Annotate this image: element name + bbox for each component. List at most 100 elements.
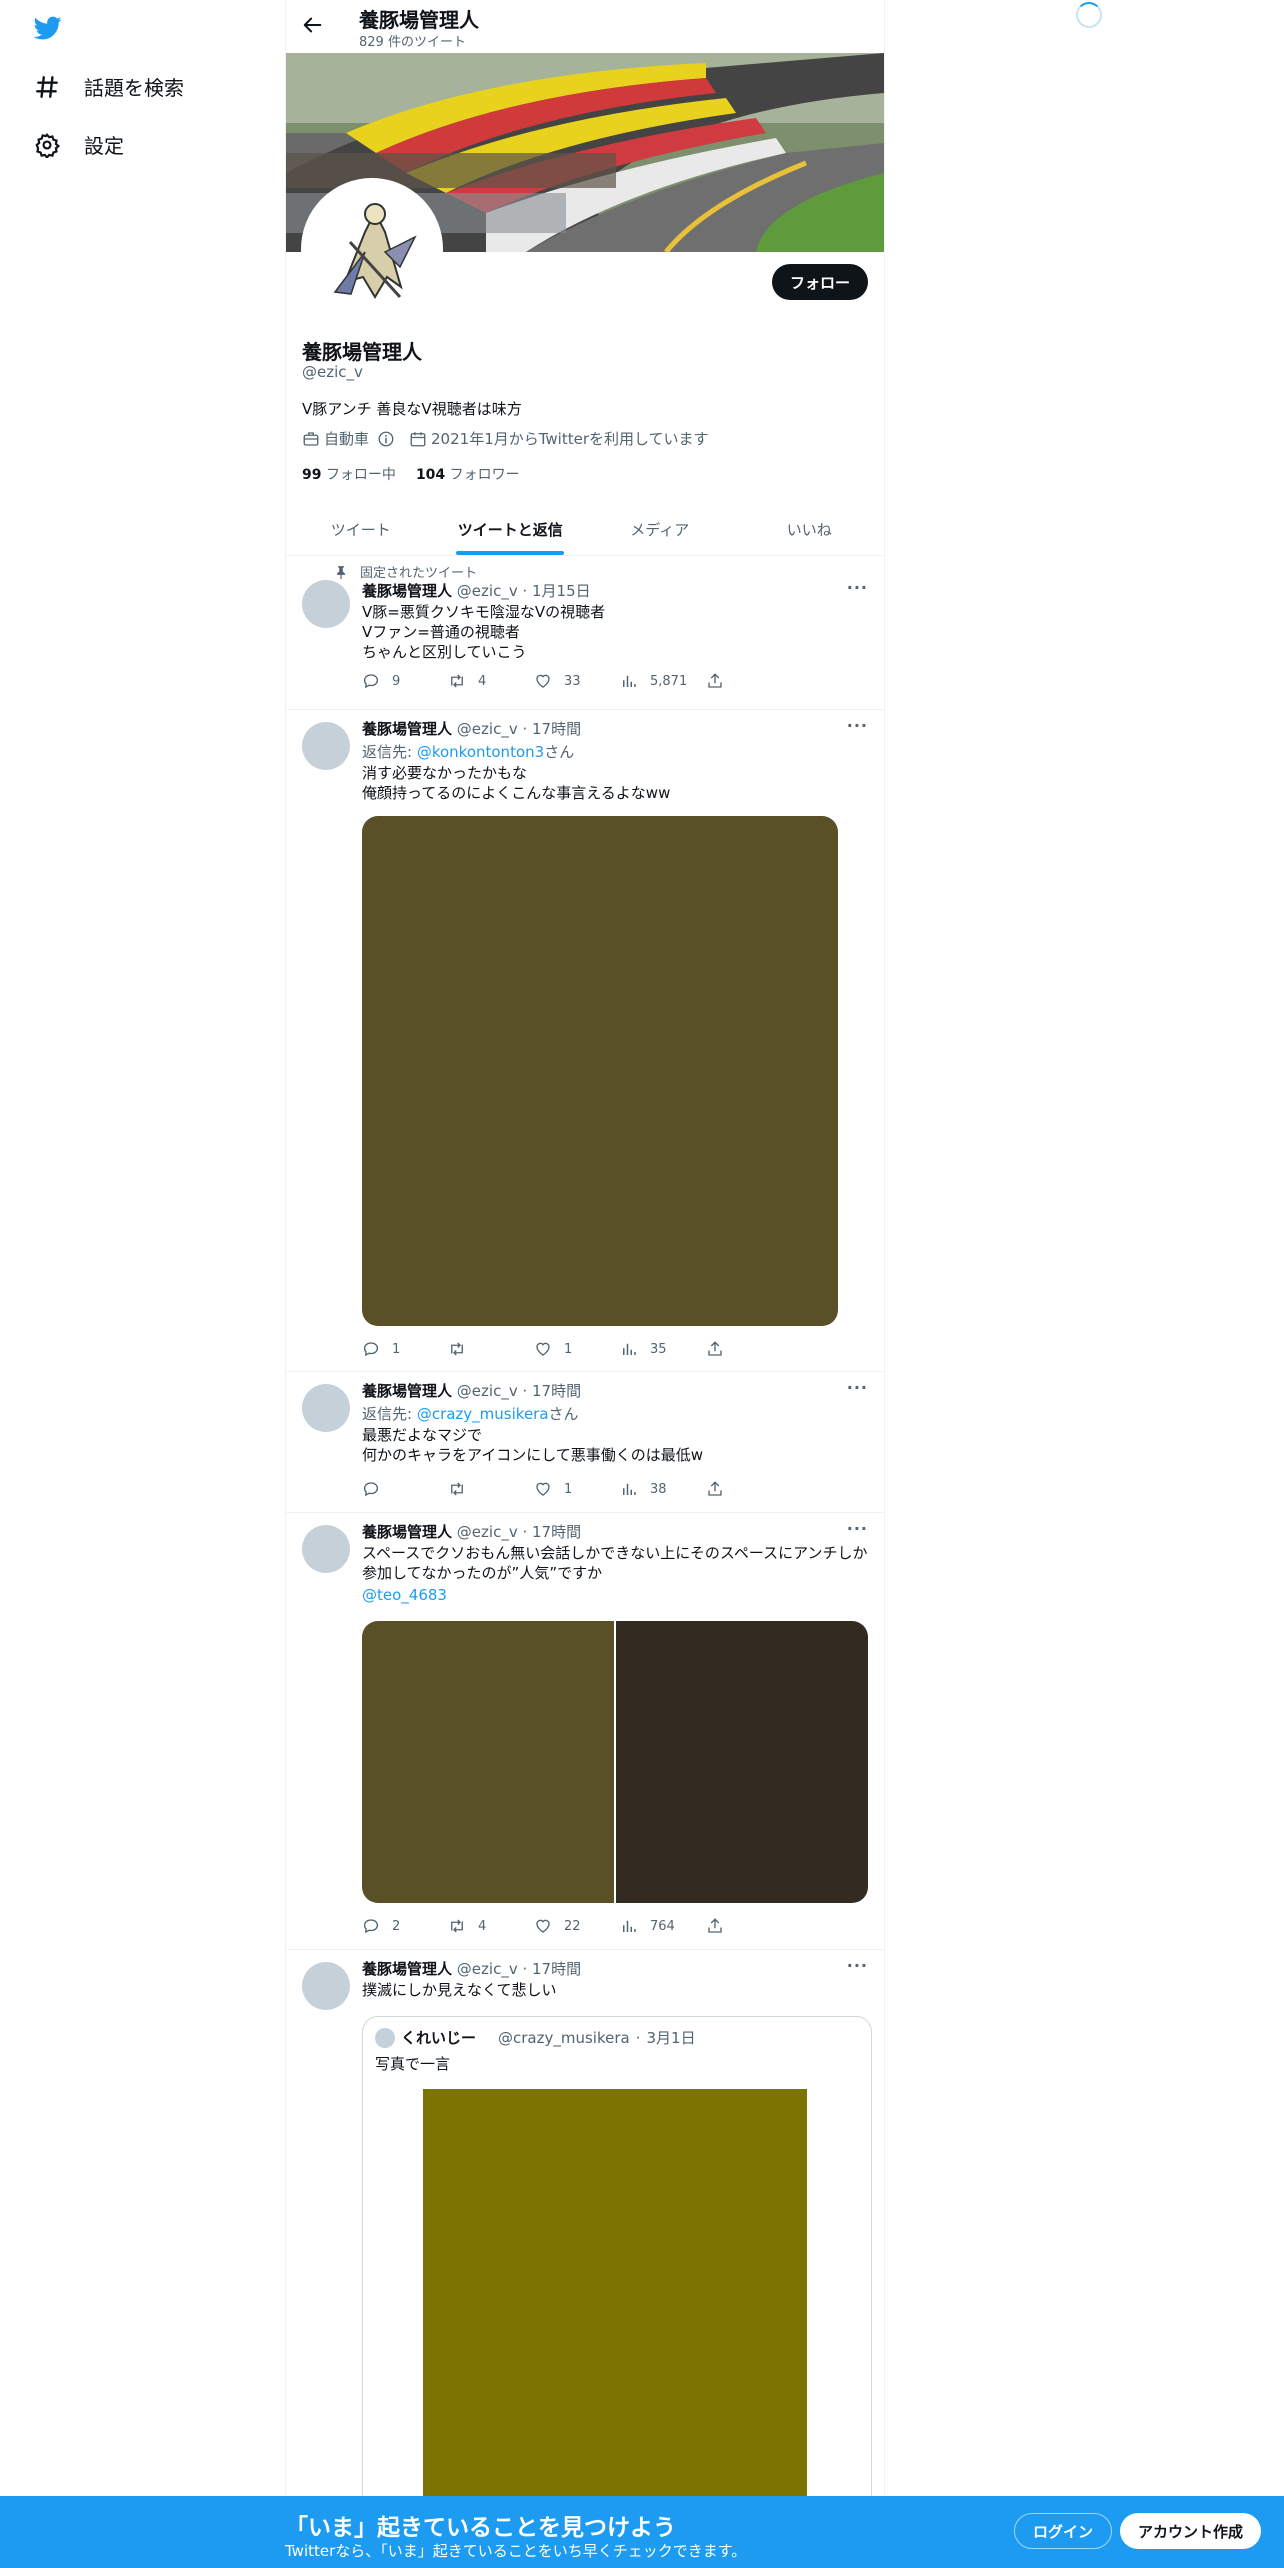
followers-link[interactable]: 104 フォロワー bbox=[416, 464, 520, 484]
reply-to-link[interactable]: @konkontonton3 bbox=[417, 743, 544, 761]
more-options-icon[interactable]: ··· bbox=[847, 1956, 868, 1975]
avatar bbox=[375, 2027, 395, 2048]
share-button[interactable] bbox=[706, 1917, 792, 1935]
tweet-text: 撲滅にしか見えなくて悲しい bbox=[362, 1981, 557, 1999]
reply-button[interactable]: 9 bbox=[362, 672, 448, 690]
tweet-media-image[interactable] bbox=[362, 1621, 614, 1903]
author-name[interactable]: 養豚場管理人 bbox=[362, 1960, 452, 1978]
avatar[interactable] bbox=[302, 722, 350, 770]
retweet-icon bbox=[451, 1919, 463, 1933]
avatar[interactable] bbox=[302, 1962, 350, 2010]
nav-settings[interactable]: 設定 bbox=[34, 130, 124, 159]
tweet-time[interactable]: 17時間 bbox=[532, 1960, 581, 1978]
views-button[interactable]: 764 bbox=[620, 1917, 706, 1935]
more-options-icon[interactable]: ··· bbox=[847, 1519, 868, 1538]
like-button[interactable]: 1 bbox=[534, 1480, 620, 1498]
tweet-text: 最悪だよなマジで 何かのキャラをアイコンにして悪事働くのは最低w bbox=[362, 1426, 704, 1464]
pinned-indicator: 固定されたツイート bbox=[334, 562, 477, 581]
profile-avatar[interactable] bbox=[301, 178, 443, 320]
author-handle: @ezic_v bbox=[456, 1960, 518, 1978]
views-button[interactable]: 35 bbox=[620, 1340, 706, 1358]
tweet-time[interactable]: 17時間 bbox=[532, 1382, 581, 1400]
tweet-time[interactable]: 1月15日 bbox=[532, 582, 591, 600]
share-button[interactable] bbox=[706, 1340, 792, 1358]
tweet-item[interactable]: 固定されたツイート 養豚場管理人 @ezic_v · 1月15日 ··· V豚=… bbox=[286, 556, 884, 710]
views-button[interactable]: 5,871 bbox=[620, 672, 706, 690]
author-name[interactable]: 養豚場管理人 bbox=[362, 1523, 452, 1541]
avatar[interactable] bbox=[302, 580, 350, 628]
pinned-label: 固定されたツイート bbox=[360, 566, 478, 581]
reply-button[interactable] bbox=[362, 1480, 448, 1498]
share-icon bbox=[708, 1918, 722, 1933]
share-icon bbox=[708, 673, 722, 688]
pin-icon bbox=[336, 565, 346, 579]
tweet-header: 養豚場管理人 @ezic_v · 17時間 bbox=[362, 1523, 582, 1541]
like-button[interactable]: 22 bbox=[534, 1917, 620, 1935]
more-options-icon[interactable]: ··· bbox=[847, 578, 868, 597]
tweet-item[interactable]: 養豚場管理人 @ezic_v · 17時間 ··· 撲滅にしか見えなくて悲しい … bbox=[286, 1950, 884, 2516]
quoted-tweet-text: 写真で一言 bbox=[375, 2055, 451, 2073]
follow-button[interactable]: フォロー bbox=[771, 264, 868, 300]
retweet-button[interactable]: 4 bbox=[448, 672, 534, 690]
reply-button[interactable]: 1 bbox=[362, 1340, 448, 1358]
heart-icon bbox=[536, 1342, 550, 1356]
like-button[interactable]: 1 bbox=[534, 1340, 620, 1358]
views-button[interactable]: 38 bbox=[620, 1480, 706, 1498]
signup-prompt-subtitle: Twitterなら、「いま」起きていることをいち早くチェックできます。 bbox=[285, 2542, 747, 2560]
like-count: 33 bbox=[564, 673, 581, 689]
view-count: 764 bbox=[650, 1918, 675, 1934]
avatar[interactable] bbox=[302, 1525, 350, 1573]
tweet-media-image[interactable] bbox=[616, 1621, 868, 1903]
back-arrow-icon[interactable] bbox=[302, 14, 324, 36]
twitter-logo-icon[interactable] bbox=[32, 14, 64, 42]
author-name[interactable]: 養豚場管理人 bbox=[362, 720, 452, 738]
heart-icon bbox=[536, 1482, 550, 1496]
tweet-item[interactable]: 養豚場管理人 @ezic_v · 17時間 ··· 返信先: @crazy_mu… bbox=[286, 1372, 884, 1513]
reply-to-link[interactable]: @crazy_musikera bbox=[417, 1405, 549, 1423]
tab-media[interactable]: メディア bbox=[585, 503, 735, 555]
tab-tweets[interactable]: ツイート bbox=[286, 503, 436, 555]
avatar[interactable] bbox=[302, 1384, 350, 1432]
tweet-header: 養豚場管理人 @ezic_v · 17時間 bbox=[362, 1382, 582, 1400]
tweet-time[interactable]: 17時間 bbox=[532, 720, 581, 738]
profile-name: 養豚場管理人 bbox=[302, 340, 422, 364]
retweet-button[interactable] bbox=[448, 1480, 534, 1498]
tweet-count: 829 件のツイート bbox=[359, 35, 466, 50]
tab-likes[interactable]: いいね bbox=[735, 503, 885, 555]
gear-icon bbox=[35, 132, 60, 158]
view-count: 35 bbox=[650, 1341, 667, 1357]
author-name[interactable]: 養豚場管理人 bbox=[362, 582, 452, 600]
quoted-tweet[interactable]: くれいじー @crazy_musikera · 3月1日 写真で一言 bbox=[362, 2016, 872, 2516]
tab-tweets-and-replies[interactable]: ツイートと返信 bbox=[436, 503, 586, 555]
retweet-button[interactable] bbox=[448, 1340, 534, 1358]
tweet-actions: 1 1 35 bbox=[362, 1340, 792, 1358]
create-account-button[interactable]: アカウント作成 bbox=[1120, 2513, 1262, 2549]
profile-handle: @ezic_v bbox=[302, 363, 363, 381]
author-handle: @ezic_v bbox=[456, 1382, 518, 1400]
share-button[interactable] bbox=[706, 672, 792, 690]
retweet-icon bbox=[451, 1482, 463, 1496]
hashtag-icon bbox=[36, 75, 58, 98]
tweet-actions: 2 4 22 764 bbox=[362, 1917, 792, 1935]
tweet-time[interactable]: 17時間 bbox=[532, 1523, 581, 1541]
tweet-item[interactable]: 養豚場管理人 @ezic_v · 17時間 ··· スペースでクソおもん無い会話… bbox=[286, 1513, 884, 1950]
author-name[interactable]: 養豚場管理人 bbox=[362, 1382, 452, 1400]
mention-link[interactable]: @teo_4683 bbox=[362, 1585, 872, 1605]
quoted-tweet-media-image[interactable] bbox=[423, 2089, 807, 2515]
retweet-button[interactable]: 4 bbox=[448, 1917, 534, 1935]
login-button[interactable]: ログイン bbox=[1014, 2513, 1113, 2549]
more-options-icon[interactable]: ··· bbox=[847, 1378, 868, 1397]
tweet-item[interactable]: 養豚場管理人 @ezic_v · 17時間 ··· 返信先: @konkonto… bbox=[286, 710, 884, 1372]
following-link[interactable]: 99 フォロー中 bbox=[302, 464, 396, 484]
share-button[interactable] bbox=[706, 1480, 792, 1498]
more-options-icon[interactable]: ··· bbox=[847, 716, 868, 735]
following-label: フォロー中 bbox=[325, 467, 396, 483]
tweet-header: 養豚場管理人 @ezic_v · 17時間 bbox=[362, 1960, 582, 1978]
tweet-media-image[interactable] bbox=[362, 816, 838, 1326]
signup-prompt-title: 「いま」起きていることを見つけよう bbox=[285, 2515, 676, 2541]
nav-explore[interactable]: 話題を検索 bbox=[34, 72, 184, 101]
info-icon[interactable] bbox=[377, 430, 395, 448]
like-button[interactable]: 33 bbox=[534, 672, 620, 690]
quoted-tweet-header: くれいじー @crazy_musikera · 3月1日 bbox=[375, 2027, 696, 2048]
reply-button[interactable]: 2 bbox=[362, 1917, 448, 1935]
